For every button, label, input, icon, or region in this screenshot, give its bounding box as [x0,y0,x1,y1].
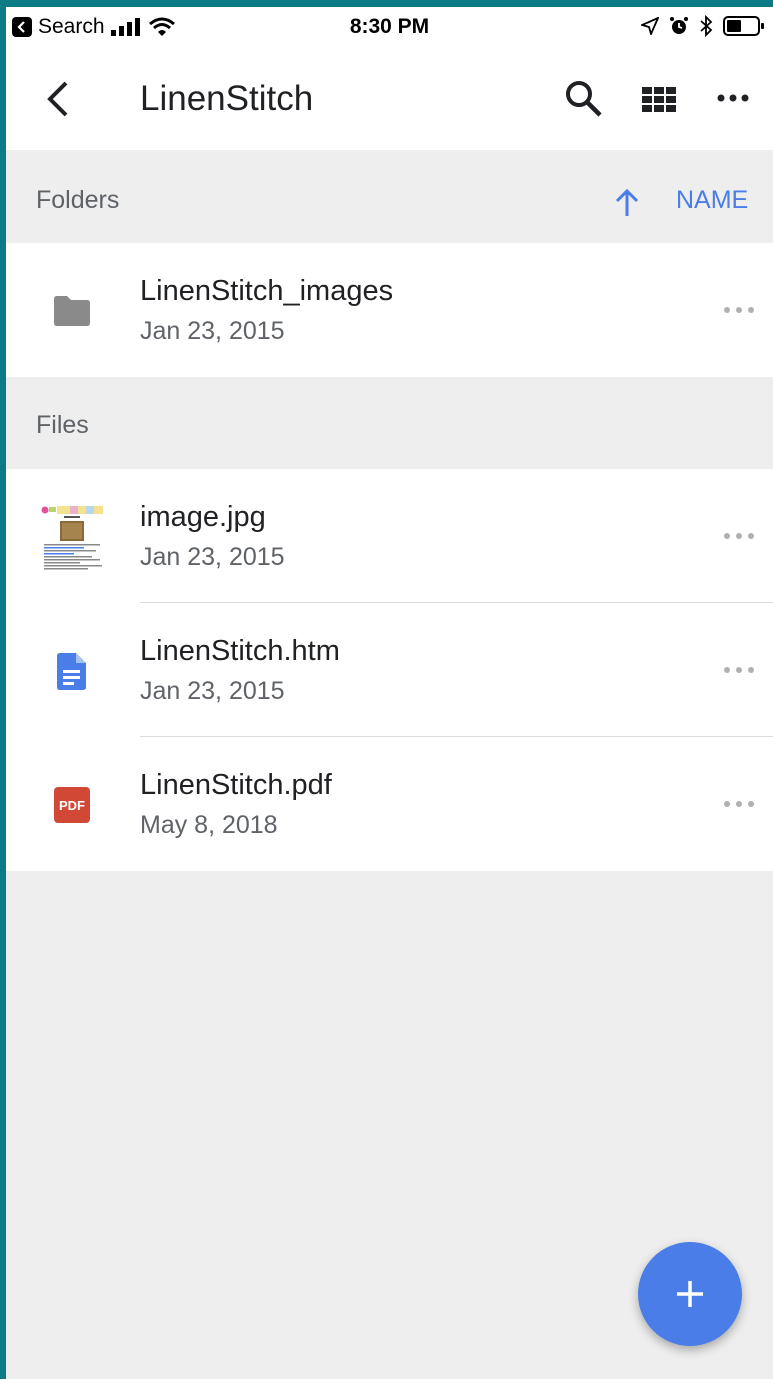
back-button[interactable] [40,79,76,119]
search-icon [566,81,602,117]
folder-name: LinenStitch_images [140,275,394,307]
files-header: Files [6,377,773,469]
more-options-button[interactable] [716,81,750,115]
file-row[interactable]: image.jpg Jan 23, 2015 [6,469,773,603]
file-row[interactable]: PDF LinenStitch.pdf May 8, 2018 [6,737,773,871]
status-bar: Search 8:30 PM [6,7,773,49]
file-name: image.jpg [140,501,266,533]
status-right-icons [641,15,765,37]
location-icon [641,17,659,35]
file-name: LinenStitch.htm [140,635,340,667]
app-bar: LinenStitch [6,49,773,150]
page-title: LinenStitch [140,79,314,118]
folders-header: Folders NAME [6,150,773,243]
file-date: May 8, 2018 [140,811,278,839]
add-new-button[interactable] [638,1242,742,1346]
folder-icon [54,296,90,326]
alarm-icon [670,17,688,34]
file-row[interactable]: LinenStitch.htm Jan 23, 2015 [6,603,773,737]
item-more-icon[interactable] [722,799,756,809]
pdf-badge-label: PDF [59,797,85,813]
battery-icon [723,16,764,36]
file-date: Jan 23, 2015 [140,677,285,705]
item-more-icon[interactable] [722,665,756,675]
plus-icon [677,1281,703,1307]
files-label: Files [36,411,89,439]
sort-arrow-up-icon [615,188,639,216]
search-button[interactable] [564,79,604,119]
pdf-icon: PDF [54,787,90,823]
file-name: LinenStitch.pdf [140,769,332,801]
folder-date: Jan 23, 2015 [140,317,285,345]
item-more-icon[interactable] [722,531,756,541]
screen: Search 8:30 PM LinenStitch Folders NAME … [6,7,773,1379]
file-date: Jan 23, 2015 [140,543,285,571]
grid-view-button[interactable] [642,83,676,117]
folder-row[interactable]: LinenStitch_images Jan 23, 2015 [6,243,773,377]
doc-icon [57,653,86,690]
grid-view-icon [642,87,676,112]
more-horizontal-icon [717,94,749,102]
bluetooth-icon [700,15,713,37]
folders-label: Folders [36,186,120,214]
image-thumbnail [40,505,104,573]
sort-by-name-label: NAME [676,186,749,214]
back-arrow-icon [47,81,68,117]
item-more-icon[interactable] [722,305,756,315]
